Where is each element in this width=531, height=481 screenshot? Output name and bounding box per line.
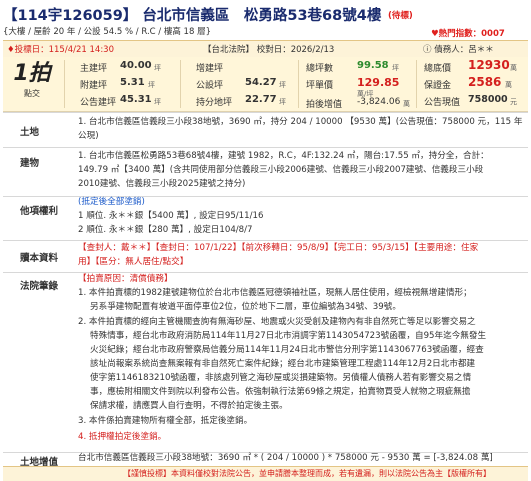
public-area-unit: 坪 (154, 98, 161, 106)
note-2-line-7: 保請求權，請應買人自行查明，不得於拍定後主張。 (90, 401, 288, 411)
property-subhead: {大樓 / 屋齡 20 年 / 公設 54.5 % / R.C / 樓高 18 … (3, 27, 211, 37)
auction-number: 1拍 (13, 61, 51, 86)
note-2-line-3: 火災紀錄；經台北市政府警察局信義分局114年11月24日北市警信分刑字第1143… (90, 345, 484, 355)
gov-price-value: 758000 (468, 94, 508, 105)
total-area-value: 99.58 (357, 60, 389, 71)
unit-price-value: 129.85 (357, 76, 400, 89)
auction-vat-unit: 萬 (403, 100, 410, 108)
status-badge: (待標) (388, 11, 413, 21)
court-info: 【台北法院】 校對日：2026/2/13 (203, 45, 335, 55)
land-share-unit: 坪 (279, 98, 286, 106)
attached-area-label: 附建坪 (80, 81, 108, 91)
total-area-unit: 坪 (392, 64, 399, 72)
main-area-value: 40.00 (120, 60, 152, 71)
building-line-3: 2010建號、信義段三小段2025建號之持分) (78, 179, 246, 189)
land-share-label: 持分地坪 (196, 98, 233, 108)
divider (180, 60, 181, 108)
main-area-unit: 坪 (154, 64, 161, 72)
lease-label: 贖本資料 (20, 253, 59, 264)
land-text: 1. 台北市信義區信義段三小段38地號，3690 ㎡，持分 204 / 1000… (78, 117, 523, 141)
rights-item-1: 1 順位. 永＊＊銀【5400 萬】, 設定日95/11/16 (78, 211, 264, 221)
note-2-line-1: 2. 本件拍賣標的經向主管機關查詢有無海砂屋、地震或火災受創及建物內有非自然死亡… (78, 317, 476, 327)
building-line-1: 1. 台北市信義區松勇路53巷68號4樓，建號 1982，R.C，4F:132.… (78, 151, 489, 161)
attached-area-value: 5.31 (120, 77, 145, 88)
public-area-label: 公告建坪 (80, 98, 117, 108)
auction-vat-value: -3,824.06 (357, 97, 401, 107)
divider (298, 60, 299, 108)
attached-area-unit: 坪 (148, 81, 155, 89)
note-2-line-5: 使字第1146183210號函覆，非該處列管之海砂屋或災損建築物。另債權人債務人… (90, 373, 472, 383)
deposit-value: 2586 (468, 75, 502, 89)
disclaimer-text: 【謹慎投標】本資料僅校對法院公告，並申請謄本整理而成，若有遺漏，則以法院公告為主… (123, 469, 491, 478)
added-area-label: 增建坪 (196, 64, 224, 74)
property-address: 台北市信義區 松勇路53巷68號4樓 (142, 8, 382, 24)
base-price-value: 12930 (468, 58, 510, 72)
land-share-value: 22.77 (245, 94, 277, 105)
total-area-label: 總坪數 (306, 64, 334, 74)
auction-vat-label: 拍後增值 (306, 100, 343, 110)
land-label: 土地 (20, 127, 40, 138)
page-title: 【114宇126059】 台北市信義區 松勇路53巷68號4樓 (3, 4, 381, 25)
note-3: 3. 本件係拍賣建物所有權全部，抵定後塗銷。 (78, 416, 253, 426)
main-area-label: 主建坪 (80, 64, 108, 74)
disclaimer-bar: 【謹慎投標】本資料僅校對法院公告，並申請謄本整理而成，若有遺漏，則以法院公告為主… (3, 466, 528, 481)
deposit-label: 保證金 (424, 81, 452, 91)
debtor: ⓘ 債務人：呂＊＊ (423, 45, 494, 55)
public-area-value: 45.31 (120, 94, 152, 105)
common-area-label: 公設坪 (196, 81, 224, 91)
gov-price-unit: 元 (510, 98, 517, 106)
auction-type: 點交 (24, 89, 40, 98)
info-bar: ♦投標日：115/4/21 14:30 【台北法院】 校對日：2026/2/13… (3, 40, 528, 58)
notes-title: 【拍賣原因：清償債務】 (78, 274, 173, 284)
note-2-line-6: 事，應檢附相關文件到院以利發布公告。依強制執行法第69條之規定，拍賣物買受人就物… (90, 387, 471, 397)
bid-date: ♦投標日：115/4/21 14:30 (7, 45, 114, 55)
unit-price-label: 坪單價 (306, 81, 334, 91)
deposit-unit: 萬 (505, 81, 512, 89)
divider (416, 60, 417, 108)
gov-price-label: 公告現值 (424, 98, 461, 108)
note-1-line-1: 1. 本件拍賣標的1982建號建物位於台北市信義區冠德領袖社區，現無人居住使用，… (78, 288, 472, 298)
note-1-line-2: 另系爭建物配置有坡道平面停車位2位，位於地下二層，車位編號為34號、39號。 (90, 302, 401, 312)
common-area-value: 54.27 (245, 77, 277, 88)
auction-round: 1拍 點交 (6, 60, 58, 108)
lease-line-2: 用】【區分：無人居住/點交】 (78, 257, 189, 267)
land-vat-text: 台北市信義區信義段三小段38地號：3690 ㎡ * ( 204 / 10000 … (78, 453, 493, 463)
divider (64, 60, 65, 108)
note-4: 4. 抵押權拍定後塗銷。 (78, 432, 167, 442)
note-2-line-2: 特殊情事，經台北市政府消防局114年11月27日北市消調字第1143054723… (90, 331, 487, 341)
base-price-unit: 萬 (510, 64, 517, 72)
rights-item-2: 2 順位. 永＊＊銀【280 萬】, 設定日104/8/7 (78, 225, 253, 235)
common-area-unit: 坪 (279, 81, 286, 89)
lease-line-1: 【查封人：戴＊＊】【查封日：107/1/22】【前次移轉日：95/8/9】【完工… (78, 243, 479, 253)
building-label: 建物 (20, 158, 40, 169)
rights-title: (抵定後全部塗銷) (78, 197, 145, 207)
base-price-label: 總底價 (424, 64, 452, 74)
notes-label: 法院筆錄 (20, 281, 59, 292)
note-2-line-4: 該址尚報案系統尚查無案報有非自然死亡案件紀錄；經台北市建築管理工程處114年12… (90, 359, 476, 369)
heat-index: ♥熱門指數：0007 (431, 29, 505, 39)
case-number: 【114宇126059】 (3, 8, 138, 24)
building-line-2: 149.79 ㎡【3400 萬】(含共同使用部分信義段三小段2006建號、信義段… (78, 165, 484, 175)
rights-label: 他項權利 (20, 206, 59, 217)
